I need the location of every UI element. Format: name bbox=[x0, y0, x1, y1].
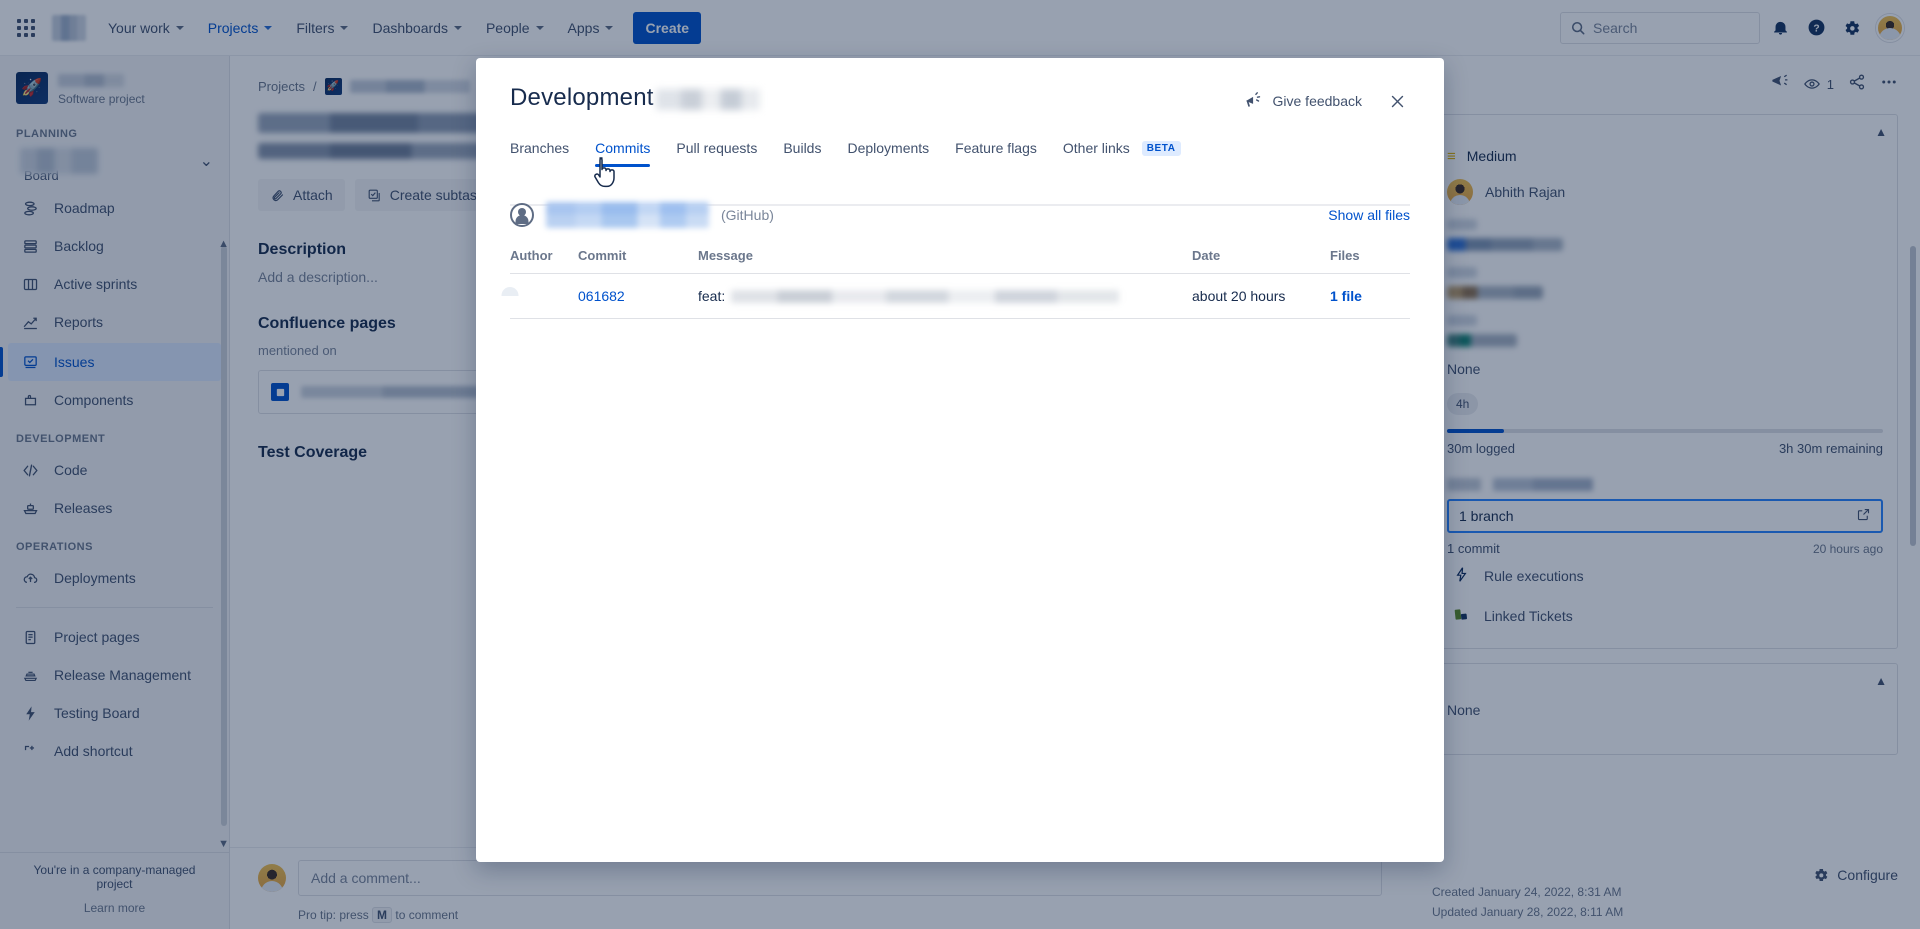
beta-badge: BETA bbox=[1142, 141, 1181, 156]
dialog-header-actions: Give feedback bbox=[1243, 84, 1411, 114]
column-header-message: Message bbox=[698, 248, 1192, 274]
cell-commit: 061682 bbox=[578, 274, 698, 319]
tab-other-links[interactable]: Other links BETA bbox=[1063, 140, 1181, 166]
dialog-header: Development Give feedback bbox=[476, 58, 1444, 166]
column-header-date: Date bbox=[1192, 248, 1330, 274]
tab-label: Deployments bbox=[847, 140, 929, 156]
column-header-commit: Commit bbox=[578, 248, 698, 274]
dialog-tabs: Branches Commits Pull requests Builds De… bbox=[510, 140, 1410, 166]
column-header-author: Author bbox=[510, 248, 578, 274]
cell-message: feat: bbox=[698, 274, 1192, 319]
commit-hash-link[interactable]: 061682 bbox=[578, 288, 625, 304]
cell-author bbox=[510, 274, 578, 319]
tab-feature-flags[interactable]: Feature flags bbox=[955, 140, 1037, 166]
app-root: Your work Projects Filters Dashboards Pe… bbox=[0, 0, 1920, 929]
development-dialog: Development Give feedback bbox=[476, 58, 1444, 862]
tab-label: Pull requests bbox=[676, 140, 757, 156]
table-row: 061682 feat: about 20 hours 1 file bbox=[510, 274, 1410, 319]
commits-table: Author Commit Message Date Files 061682 bbox=[510, 248, 1410, 319]
files-count-link[interactable]: 1 file bbox=[1330, 288, 1362, 304]
tab-deployments[interactable]: Deployments bbox=[847, 140, 929, 166]
give-feedback-label: Give feedback bbox=[1273, 93, 1363, 109]
tab-pull-requests[interactable]: Pull requests bbox=[676, 140, 757, 166]
tab-commits[interactable]: Commits bbox=[595, 140, 650, 166]
tab-branches[interactable]: Branches bbox=[510, 140, 569, 166]
dialog-title: Development bbox=[510, 84, 654, 112]
commit-message-redacted bbox=[731, 290, 1119, 303]
megaphone-icon bbox=[1243, 90, 1263, 113]
close-icon[interactable] bbox=[1384, 88, 1410, 114]
column-header-files: Files bbox=[1330, 248, 1410, 274]
tab-label: Feature flags bbox=[955, 140, 1037, 156]
tab-label: Builds bbox=[783, 140, 821, 156]
cell-date: about 20 hours bbox=[1192, 274, 1330, 319]
repository-provider-label: (GitHub) bbox=[721, 207, 774, 223]
dialog-body: (GitHub) Show all files Author Commit Me… bbox=[476, 166, 1444, 862]
repository-avatar-icon bbox=[510, 203, 534, 227]
tab-builds[interactable]: Builds bbox=[783, 140, 821, 166]
commits-table-head: Author Commit Message Date Files bbox=[510, 248, 1410, 274]
dialog-title-suffix-redacted bbox=[656, 89, 760, 110]
show-all-files-link[interactable]: Show all files bbox=[1328, 207, 1410, 223]
commits-table-body: 061682 feat: about 20 hours 1 file bbox=[510, 274, 1410, 319]
dialog-title-row: Development Give feedback bbox=[510, 84, 1410, 114]
commit-message-prefix: feat: bbox=[698, 288, 725, 304]
tab-label: Other links bbox=[1063, 140, 1130, 156]
commit-message: feat: bbox=[698, 288, 1192, 304]
commits-table-header-row: Author Commit Message Date Files bbox=[510, 248, 1410, 274]
repository-name-redacted bbox=[546, 202, 709, 228]
tab-label: Branches bbox=[510, 140, 569, 156]
tab-label: Commits bbox=[595, 140, 650, 156]
give-feedback-button[interactable]: Give feedback bbox=[1243, 90, 1363, 113]
cell-files: 1 file bbox=[1330, 274, 1410, 319]
